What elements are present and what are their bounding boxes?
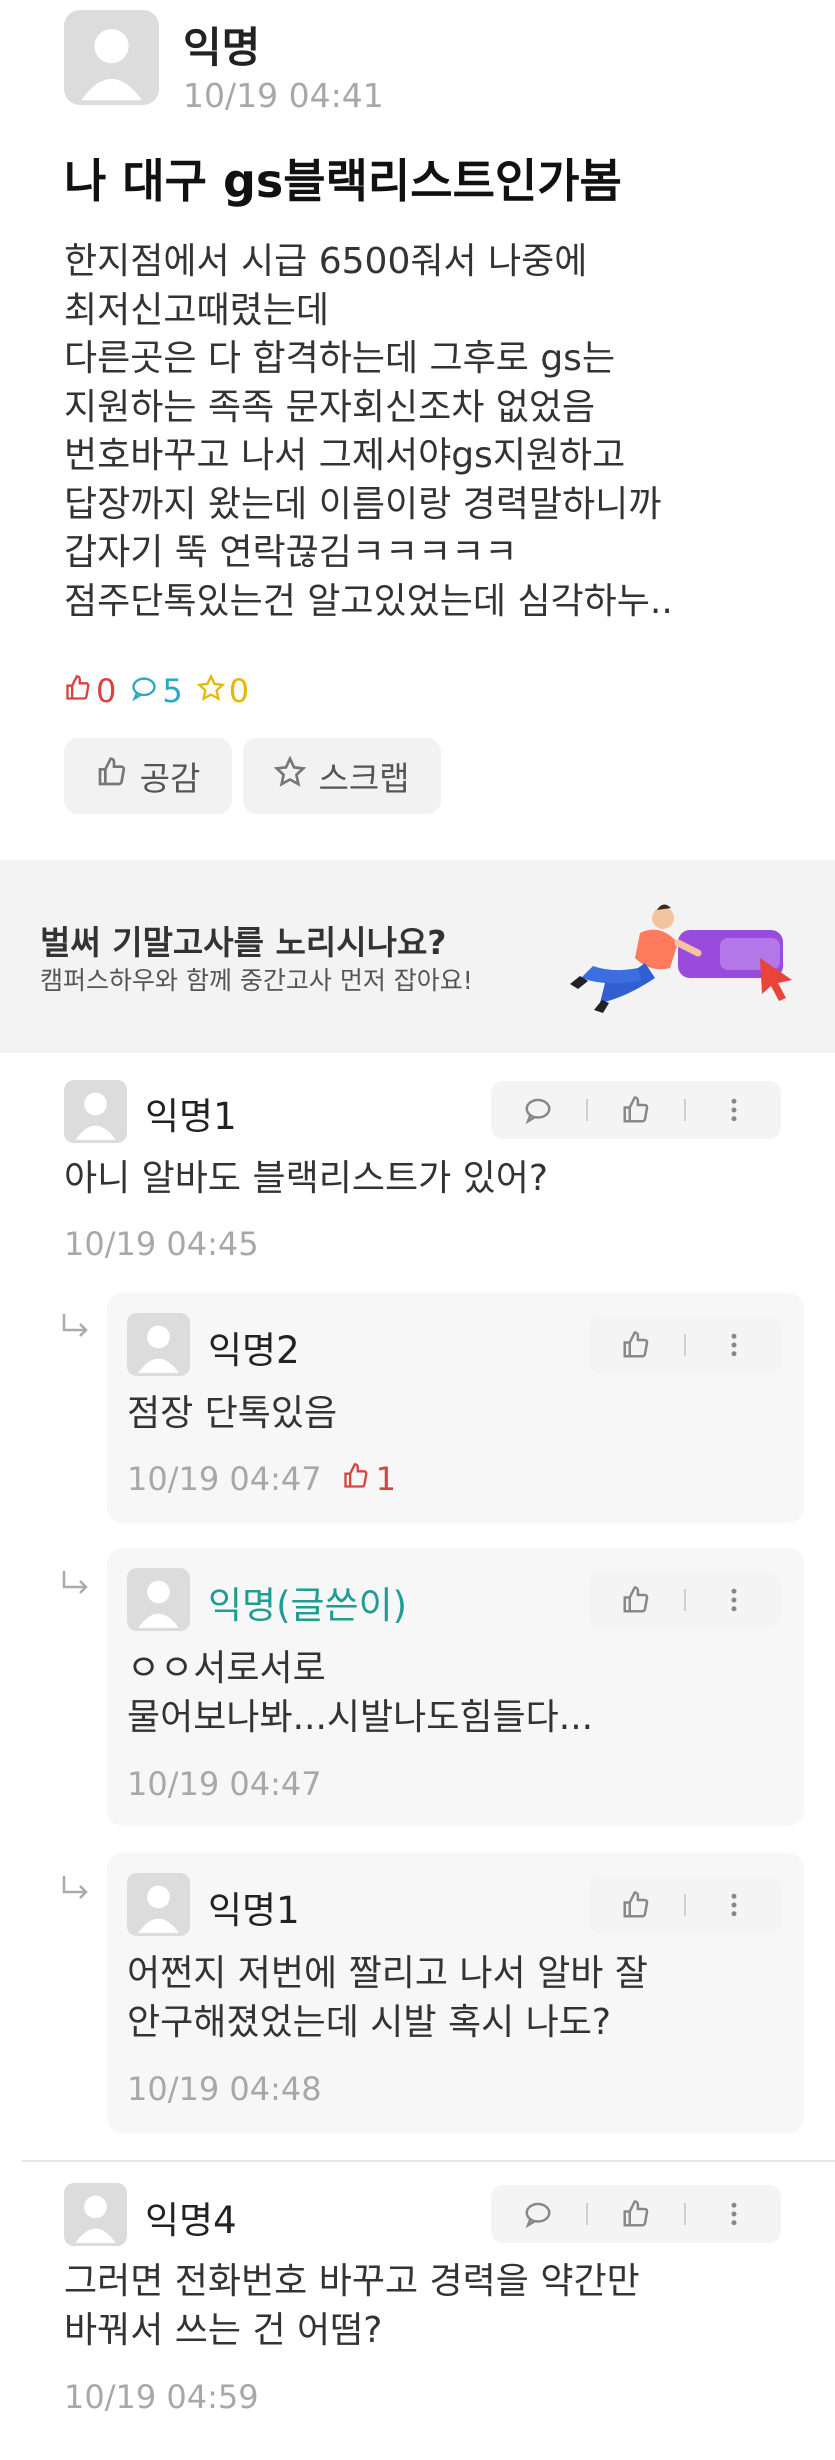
divider bbox=[683, 1894, 686, 1916]
divider bbox=[683, 1589, 686, 1611]
comment-time: 10/19 04:47 1 bbox=[127, 1460, 396, 1498]
comment-text: 그러면 전화번호 바꾸고 경력을 약간만 바꿔서 쓰는 건 어떰? bbox=[64, 2261, 640, 2351]
thumbs-up-icon[interactable] bbox=[619, 2197, 653, 2231]
reply-icon[interactable] bbox=[521, 2197, 555, 2231]
reply-arrow-icon bbox=[62, 1876, 88, 1899]
post-title: 나 대구 gs블랙리스트인가봄 bbox=[64, 154, 622, 208]
comment-text: 점장 단톡있음 bbox=[127, 1393, 338, 1434]
comment-text: 아니 알바도 블랙리스트가 있어? bbox=[64, 1158, 548, 1199]
divider bbox=[684, 2203, 687, 2225]
more-icon[interactable] bbox=[717, 2197, 751, 2231]
comment-count-value: 5 bbox=[162, 672, 183, 710]
avatar bbox=[127, 1873, 190, 1936]
avatar bbox=[127, 1568, 190, 1631]
like-count: 0 bbox=[64, 672, 116, 710]
divider bbox=[585, 2203, 588, 2225]
comment-icon bbox=[130, 672, 158, 710]
thumbs-up-icon[interactable] bbox=[619, 1093, 653, 1127]
comment-divider bbox=[22, 2160, 835, 2162]
star-icon bbox=[196, 672, 226, 710]
post-avatar bbox=[64, 10, 159, 105]
thumbs-up-icon[interactable] bbox=[619, 1583, 653, 1617]
post-body: 한지점에서 시급 6500줘서 나중에 최저신고때렸는데 다른곳은 다 합격하는… bbox=[64, 241, 673, 622]
comment-time-value: 10/19 04:47 bbox=[127, 1765, 322, 1803]
comment-actions bbox=[491, 1081, 781, 1139]
scrap-count-value: 0 bbox=[228, 672, 250, 710]
comment-time: 10/19 04:47 bbox=[127, 1765, 322, 1803]
comment-like-count: 1 bbox=[342, 1460, 396, 1498]
more-icon[interactable] bbox=[717, 1093, 751, 1127]
divider bbox=[585, 1099, 588, 1121]
thumbs-up-icon bbox=[96, 756, 128, 796]
comment-author: 익명1 bbox=[145, 1095, 237, 1138]
like-count-value: 0 bbox=[96, 672, 117, 710]
comment-time: 10/19 04:48 bbox=[127, 2070, 322, 2108]
more-icon[interactable] bbox=[717, 1888, 751, 1922]
post-stats: 0 5 0 bbox=[64, 672, 249, 710]
scrap-label: 스크랩 bbox=[318, 759, 410, 798]
scrap-count: 0 bbox=[196, 672, 250, 710]
more-icon[interactable] bbox=[717, 1328, 751, 1362]
comment-actions bbox=[491, 2185, 781, 2243]
divider bbox=[683, 1334, 686, 1356]
thumbs-up-icon[interactable] bbox=[619, 1328, 653, 1362]
comment-time: 10/19 04:59 bbox=[64, 2378, 259, 2416]
comment-time: 10/19 04:45 bbox=[64, 1225, 259, 1263]
comment-like-value: 1 bbox=[375, 1460, 396, 1498]
scrap-button[interactable]: 스크랩 bbox=[243, 738, 441, 814]
avatar bbox=[127, 1313, 190, 1376]
comment-actions bbox=[589, 1571, 781, 1629]
comment-author: 익명1 bbox=[208, 1889, 300, 1932]
avatar bbox=[64, 1080, 127, 1143]
divider bbox=[684, 1099, 687, 1121]
reply-icon[interactable] bbox=[521, 1093, 555, 1127]
comment-actions bbox=[589, 1316, 781, 1374]
comment-actions bbox=[589, 1876, 781, 1934]
reply-arrow-icon bbox=[62, 1571, 88, 1594]
comment-text: ㅇㅇ서로서로 물어보나봐...시발나도힘들다... bbox=[127, 1648, 594, 1738]
comment-count: 5 bbox=[130, 672, 183, 710]
empathy-button[interactable]: 공감 bbox=[64, 738, 232, 814]
comment-time-value: 10/19 04:47 bbox=[127, 1460, 322, 1498]
comment-time-value: 10/19 04:48 bbox=[127, 2070, 322, 2108]
comment-text: 어쩐지 저번에 짤리고 나서 알바 잘 안구해졌었는데 시발 혹시 나도? bbox=[127, 1953, 648, 2043]
thumbs-up-icon bbox=[64, 672, 92, 710]
comment-author: 익명2 bbox=[208, 1329, 300, 1372]
ad-title: 벌써 기말고사를 노리시나요? bbox=[40, 923, 447, 962]
post-time: 10/19 04:41 bbox=[183, 76, 384, 115]
comment-author: 익명4 bbox=[145, 2199, 237, 2242]
thumbs-up-icon bbox=[342, 1460, 370, 1498]
avatar bbox=[64, 2183, 127, 2246]
thumbs-up-icon[interactable] bbox=[619, 1888, 653, 1922]
comment-time-value: 10/19 04:59 bbox=[64, 2378, 259, 2416]
more-icon[interactable] bbox=[717, 1583, 751, 1617]
comment-author-writer: 익명(글쓴이) bbox=[208, 1584, 408, 1627]
reply-arrow-icon bbox=[62, 1314, 88, 1337]
star-icon bbox=[274, 755, 307, 796]
post-author: 익명 bbox=[183, 23, 261, 72]
ad-banner[interactable]: 벌써 기말고사를 노리시나요? 캠퍼스하우와 함께 중간고사 먼저 잡아요! bbox=[0, 860, 835, 1053]
ad-subtitle: 캠퍼스하우와 함께 중간고사 먼저 잡아요! bbox=[40, 966, 473, 995]
comment-time-value: 10/19 04:45 bbox=[64, 1225, 259, 1263]
empathy-label: 공감 bbox=[139, 759, 201, 798]
banner-illustration bbox=[560, 888, 810, 1038]
